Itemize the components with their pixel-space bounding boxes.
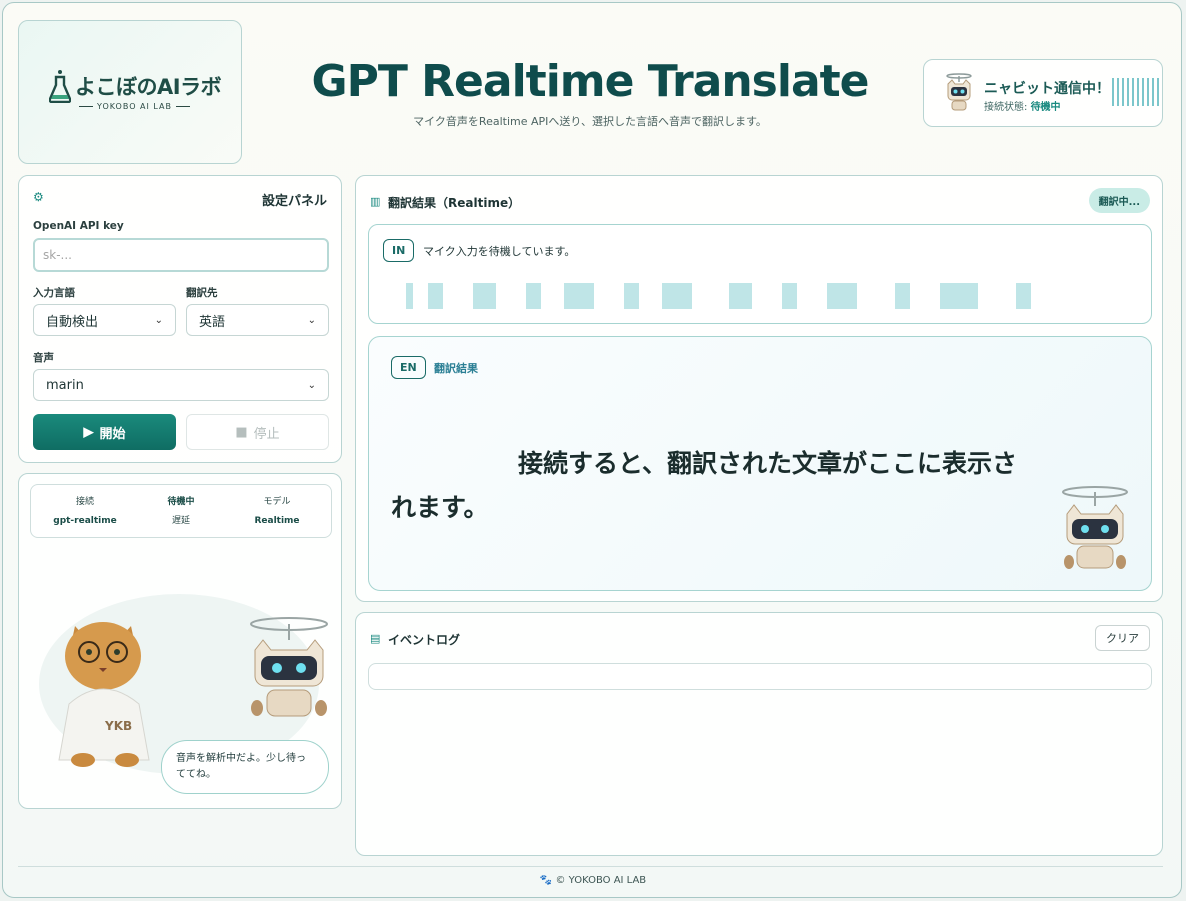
input-language-value: 自動検出 [46, 314, 99, 330]
target-language-select[interactable]: 英語 ⌄ [186, 304, 329, 336]
robot-mascot-icon [946, 73, 972, 111]
output-label: 翻訳結果 [434, 362, 478, 375]
output-tag: EN [391, 356, 426, 379]
list-icon: ▤ [370, 632, 381, 645]
info-value: 遅延 [171, 516, 190, 526]
voice-select[interactable]: marin ⌄ [33, 369, 329, 401]
info-value: Realtime [254, 516, 300, 526]
audio-waveform [369, 283, 1153, 309]
flask-icon [49, 70, 71, 103]
status-title: ニャビット通信中！ [984, 81, 1110, 97]
chevron-down-icon: ⌄ [154, 314, 163, 326]
translation-text: 接続すると、翻訳された文章がここに表示されます。 [391, 449, 1018, 522]
signal-bars [1112, 78, 1159, 106]
target-language-label: 翻訳先 [186, 287, 218, 299]
robot-mascot-icon [1062, 486, 1128, 569]
translating-badge: 翻訳中... [1088, 188, 1150, 213]
paw-icon: 🐾 [539, 875, 553, 886]
settings-panel: ⚙ 設定パネル OpenAI API key 入力言語 翻訳先 自動検出 ⌄ 英… [18, 175, 342, 463]
gear-icon: ⚙ [33, 190, 44, 204]
chevron-down-icon: ⌄ [307, 314, 316, 326]
footer-text: © YOKOBO AI LAB [555, 875, 647, 886]
voice-value: marin [46, 377, 84, 393]
footer-divider [18, 866, 1163, 867]
settings-title: 設定パネル [261, 194, 327, 209]
status-connection: 接続状態: 待機中 [984, 98, 1061, 113]
start-button[interactable]: ▶ 開始 [33, 414, 176, 450]
stop-button[interactable]: ■ 停止 [186, 414, 329, 450]
event-log-area[interactable] [368, 663, 1152, 690]
footer: 🐾 © YOKOBO AI LAB [0, 875, 1186, 886]
stop-button-label: 停止 [253, 426, 280, 442]
clear-button[interactable]: クリア [1095, 625, 1150, 651]
logo-subtext: YOKOBO AI LAB [75, 102, 194, 111]
stop-icon: ■ [235, 424, 248, 440]
info-table: 接続 gpt-realtime 待機中 遅延 モデル Realtime [30, 484, 332, 538]
status-connection-label: 接続状態: [984, 102, 1028, 113]
status-card: ニャビット通信中！ 接続状態: 待機中 [923, 59, 1163, 127]
event-log-title: イベントログ [388, 633, 461, 647]
api-key-input[interactable] [33, 238, 329, 272]
play-icon: ▶ [83, 424, 94, 439]
svg-text:YKB: YKB [104, 719, 132, 733]
speech-bubble: 音声を解析中だよ。少し待っててね。 [161, 740, 329, 794]
logo-card: よこぼのAIラボ YOKOBO AI LAB [18, 20, 242, 164]
chevron-down-icon: ⌄ [307, 379, 316, 391]
info-item-connection: 接続 gpt-realtime [37, 493, 133, 531]
api-key-label: OpenAI API key [33, 220, 124, 232]
info-card: 接続 gpt-realtime 待機中 遅延 モデル Realtime YKB [18, 473, 342, 809]
input-tag: IN [383, 239, 415, 262]
page-subtitle: マイク音声をRealtime APIへ送り、選択した言語へ音声で翻訳します。 [413, 115, 767, 128]
event-log-panel: ▤ イベントログ クリア [355, 612, 1163, 856]
translation-output-box: EN 翻訳結果 接続すると、翻訳された文章がここに表示されます。 [368, 336, 1152, 591]
input-transcript-box: IN マイク入力を待機しています。 [368, 224, 1152, 324]
result-panel: ▥ 翻訳結果（Realtime） 翻訳中... IN マイク入力を待機しています… [355, 175, 1163, 602]
info-label: モデル [263, 497, 291, 507]
info-item-model: モデル Realtime [229, 493, 325, 531]
info-value: gpt-realtime [53, 516, 117, 526]
columns-icon: ▥ [370, 195, 381, 208]
start-button-label: 開始 [99, 425, 126, 441]
input-language-select[interactable]: 自動検出 ⌄ [33, 304, 176, 336]
status-connection-value: 待機中 [1030, 102, 1061, 113]
target-language-value: 英語 [199, 314, 226, 330]
voice-label: 音声 [33, 352, 54, 364]
info-label: 待機中 [167, 497, 195, 507]
result-title: 翻訳結果（Realtime） [388, 196, 521, 210]
input-transcript-text: マイク入力を待機しています。 [423, 245, 576, 258]
input-language-label: 入力言語 [33, 287, 75, 299]
info-item-latency: 待機中 遅延 [133, 493, 229, 531]
info-label: 接続 [75, 497, 94, 507]
page-title: GPT Realtime Translate [311, 56, 869, 107]
logo-text: よこぼのAIラボ [75, 75, 222, 99]
